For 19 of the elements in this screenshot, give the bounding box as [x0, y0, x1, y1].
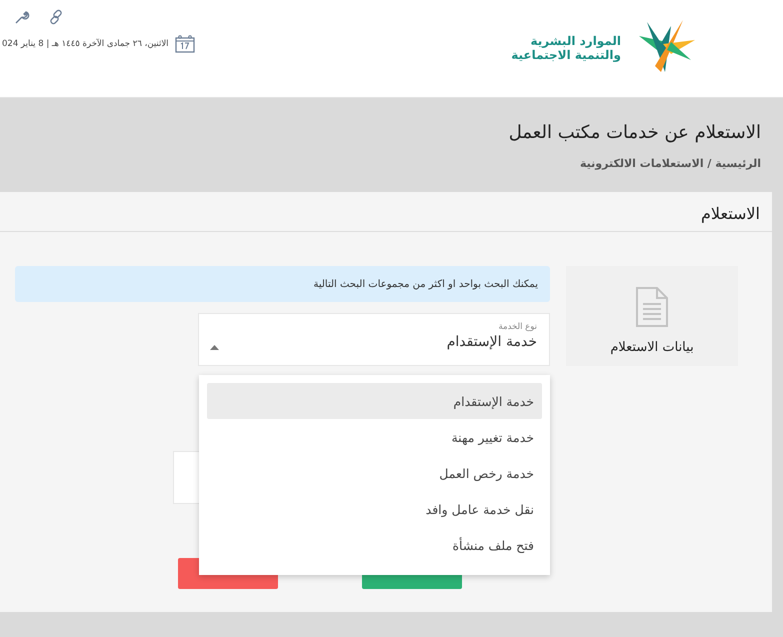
- service-select[interactable]: نوع الخدمة خدمة الإستقدام: [198, 313, 550, 366]
- wrench-icon[interactable]: [14, 9, 30, 25]
- info-alert: يمكنك البحث بواحد او اكثر من مجموعات البحث التالية: [15, 266, 550, 302]
- calendar-icon: [174, 35, 195, 53]
- page-title: الاستعلام عن خدمات مكتب العمل: [508, 122, 761, 143]
- date-text: الاثنين، ٢٦ جمادى الآخرة ١٤٤٥ هـ | 8 يناير 024: [2, 39, 169, 49]
- logo-text: الموارد البشرية: [529, 34, 621, 48]
- caret-icon: [210, 345, 219, 350]
- breadcrumb: الرئيسية / الاستعلامات الالكترونية: [578, 157, 761, 170]
- dropdown-option[interactable]: نقل خدمة عامل وافد: [207, 491, 542, 527]
- logo-text: والتنمية الاجتماعية: [511, 48, 621, 62]
- dropdown-option[interactable]: خدمة تغيير مهنة: [207, 419, 542, 455]
- dropdown-option[interactable]: خدمة رخص العمل: [207, 455, 542, 491]
- card-title: الاستعلام: [701, 204, 760, 223]
- side-tab[interactable]: بيانات الاستعلام: [566, 266, 738, 366]
- dropdown-option[interactable]: خدمة الإستقدام: [207, 383, 542, 419]
- link-icon[interactable]: [48, 9, 64, 25]
- dropdown-option[interactable]: فتح ملف منشأة: [207, 527, 542, 563]
- document-icon: [635, 286, 669, 328]
